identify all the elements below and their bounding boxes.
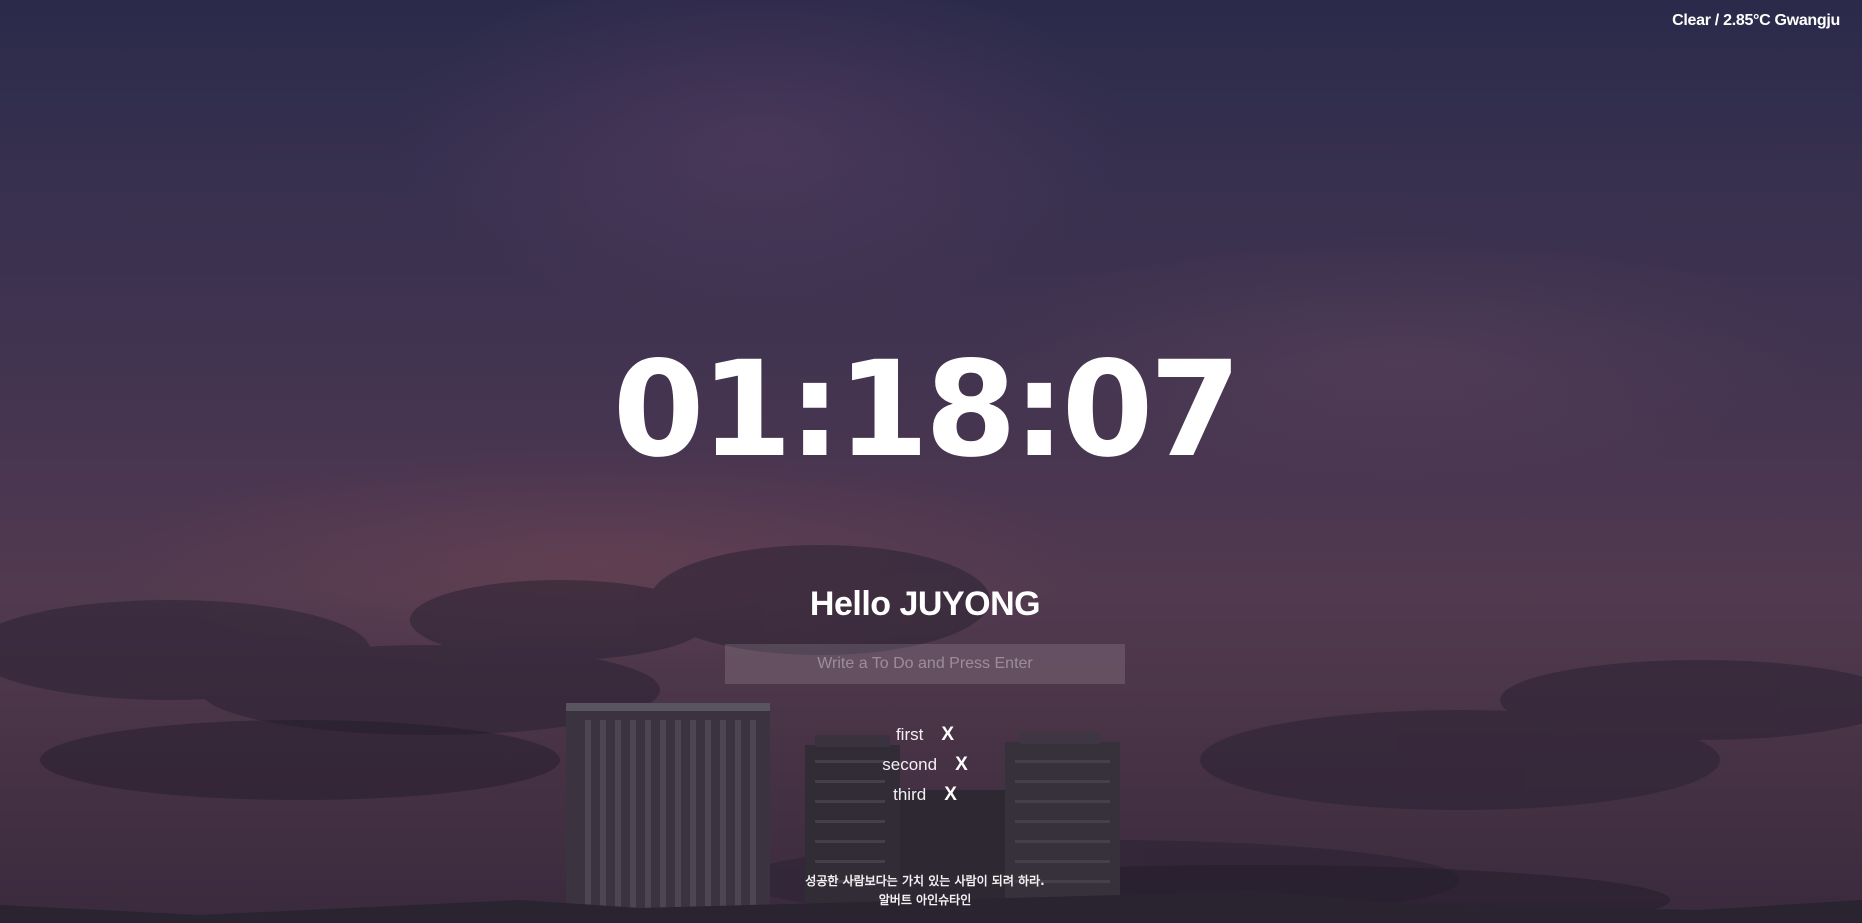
quote-author: 알버트 아인슈타인	[878, 893, 972, 907]
greeting-text: Hello JUYONG	[809, 585, 1041, 623]
todo-item-text: first	[895, 725, 924, 744]
todo-list: first X second X third X	[0, 720, 1850, 810]
clock-time: 01:18:07	[612, 333, 1242, 487]
todo-item-second: second X	[0, 750, 1850, 780]
todo-item-text: third	[893, 785, 927, 804]
todo-delete-button[interactable]: X	[955, 750, 968, 780]
quote-block: 성공한 사람보다는 가치 있는 사람이 되려 하라. 알버트 아인슈타인	[0, 872, 1850, 910]
todo-item-third: third X	[0, 780, 1850, 810]
todo-item-first: first X	[0, 720, 1850, 750]
todo-delete-button[interactable]: X	[944, 780, 957, 810]
quote-text: 성공한 사람보다는 가치 있는 사람이 되려 하라.	[805, 874, 1045, 888]
todo-form	[725, 644, 1125, 684]
todo-item-text: second	[882, 755, 938, 774]
todo-delete-button[interactable]: X	[941, 720, 954, 750]
todo-input[interactable]	[725, 644, 1125, 684]
weather-status: Clear / 2.85°C Gwangju	[1672, 12, 1840, 29]
